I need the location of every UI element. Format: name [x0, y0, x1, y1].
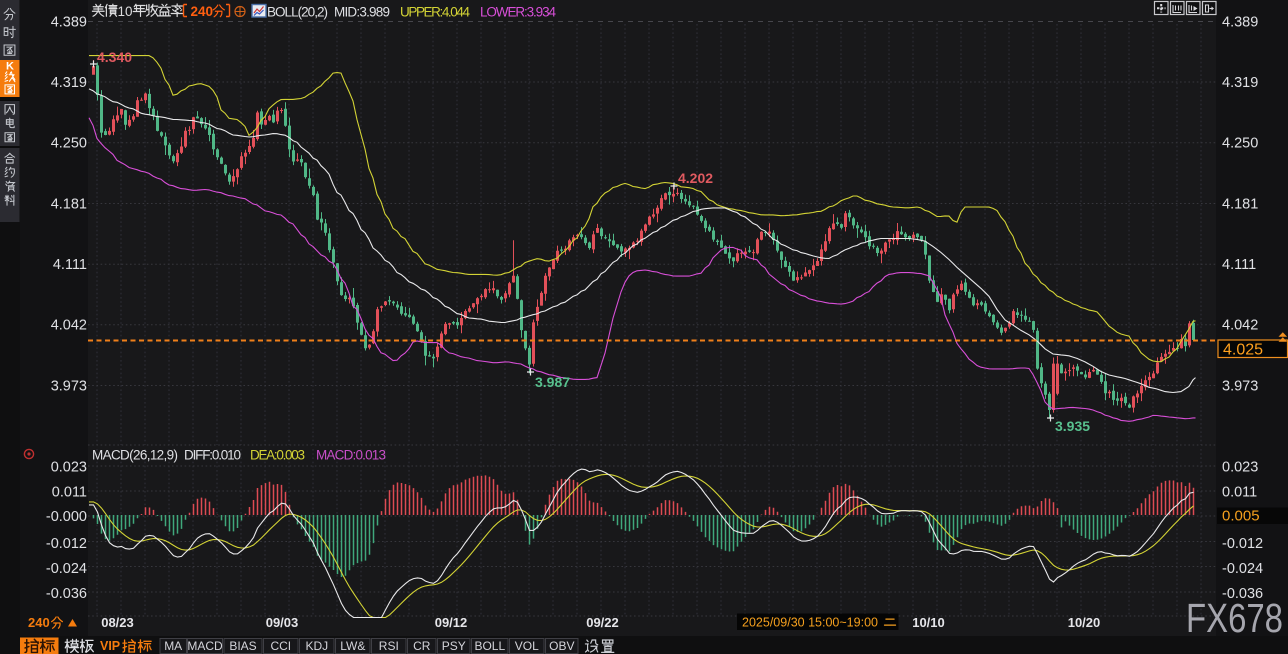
svg-text:4.042: 4.042 — [51, 318, 87, 334]
svg-text:LW&: LW& — [340, 639, 365, 653]
svg-text:4.389: 4.389 — [51, 14, 87, 30]
svg-text:4.250: 4.250 — [51, 136, 87, 152]
svg-text:0.011: 0.011 — [1222, 484, 1257, 500]
svg-text:K: K — [6, 61, 14, 73]
svg-text:4.111: 4.111 — [1222, 257, 1256, 273]
svg-text:MACD: MACD — [187, 639, 223, 653]
svg-text:3.973: 3.973 — [51, 378, 87, 394]
svg-text:4.319: 4.319 — [1222, 75, 1258, 91]
svg-text:240: 240 — [28, 615, 50, 630]
svg-text:08/23: 08/23 — [101, 615, 134, 630]
svg-text:0.011: 0.011 — [52, 484, 87, 500]
svg-text:BOLL: BOLL — [474, 639, 505, 653]
svg-text:CR: CR — [413, 639, 431, 653]
svg-text:-0.024: -0.024 — [1222, 561, 1263, 577]
svg-text:240: 240 — [191, 4, 214, 19]
svg-text:0.023: 0.023 — [51, 459, 87, 475]
svg-text:4.025: 4.025 — [1223, 342, 1263, 359]
svg-text:4.181: 4.181 — [1222, 196, 1258, 212]
svg-text:-0.036: -0.036 — [46, 586, 87, 602]
svg-text:MA: MA — [164, 639, 182, 653]
svg-text:LOWER:3.934: LOWER:3.934 — [480, 5, 556, 20]
svg-text:3.987: 3.987 — [535, 374, 570, 390]
svg-text:3.935: 3.935 — [1055, 418, 1090, 434]
svg-text:KDJ: KDJ — [305, 639, 328, 653]
svg-text:4.340: 4.340 — [97, 49, 132, 65]
svg-text:-0.012: -0.012 — [46, 536, 87, 552]
svg-text:-0.000: -0.000 — [46, 509, 87, 525]
svg-text:-0.024: -0.024 — [46, 561, 87, 577]
svg-text:4.181: 4.181 — [51, 196, 87, 212]
svg-text:4.319: 4.319 — [51, 75, 87, 91]
svg-text:0.023: 0.023 — [1222, 459, 1258, 475]
svg-text:MACD(26,12,9): MACD(26,12,9) — [92, 448, 178, 463]
svg-text:10/20: 10/20 — [1068, 615, 1101, 630]
svg-text:4.111: 4.111 — [53, 257, 87, 273]
svg-text:DEA:0.003: DEA:0.003 — [250, 448, 305, 463]
svg-text:2025/09/30 15:00~19:00: 2025/09/30 15:00~19:00 — [742, 615, 878, 630]
svg-text:CCI: CCI — [270, 639, 291, 653]
svg-text:BIAS: BIAS — [229, 639, 256, 653]
svg-text:UPPER:4.044: UPPER:4.044 — [400, 5, 470, 20]
svg-text:09/03: 09/03 — [266, 615, 299, 630]
svg-text:10: 10 — [118, 4, 133, 19]
svg-text:4.042: 4.042 — [1222, 318, 1258, 334]
svg-text:RSI: RSI — [379, 639, 399, 653]
svg-text:VOL: VOL — [515, 639, 539, 653]
svg-text:DIFF:0.010: DIFF:0.010 — [184, 448, 241, 463]
svg-text:FX678: FX678 — [1186, 595, 1283, 641]
svg-text:VIP: VIP — [100, 639, 120, 653]
svg-text:OBV: OBV — [549, 639, 574, 653]
svg-text:4.202: 4.202 — [678, 170, 713, 186]
svg-text:MACD:0.013: MACD:0.013 — [316, 448, 386, 463]
svg-text:4.250: 4.250 — [1222, 136, 1258, 152]
svg-text:BOLL(20,2): BOLL(20,2) — [267, 5, 328, 20]
svg-text:0.005: 0.005 — [1222, 508, 1260, 525]
svg-text:MID:3.989: MID:3.989 — [334, 5, 390, 20]
svg-text:3.973: 3.973 — [1222, 378, 1258, 394]
svg-text:10/10: 10/10 — [912, 615, 945, 630]
svg-text:PSY: PSY — [442, 639, 466, 653]
svg-text:09/22: 09/22 — [586, 615, 619, 630]
svg-text:09/12: 09/12 — [435, 615, 468, 630]
svg-text:4.389: 4.389 — [1222, 14, 1258, 30]
svg-text:-0.012: -0.012 — [1222, 536, 1263, 552]
